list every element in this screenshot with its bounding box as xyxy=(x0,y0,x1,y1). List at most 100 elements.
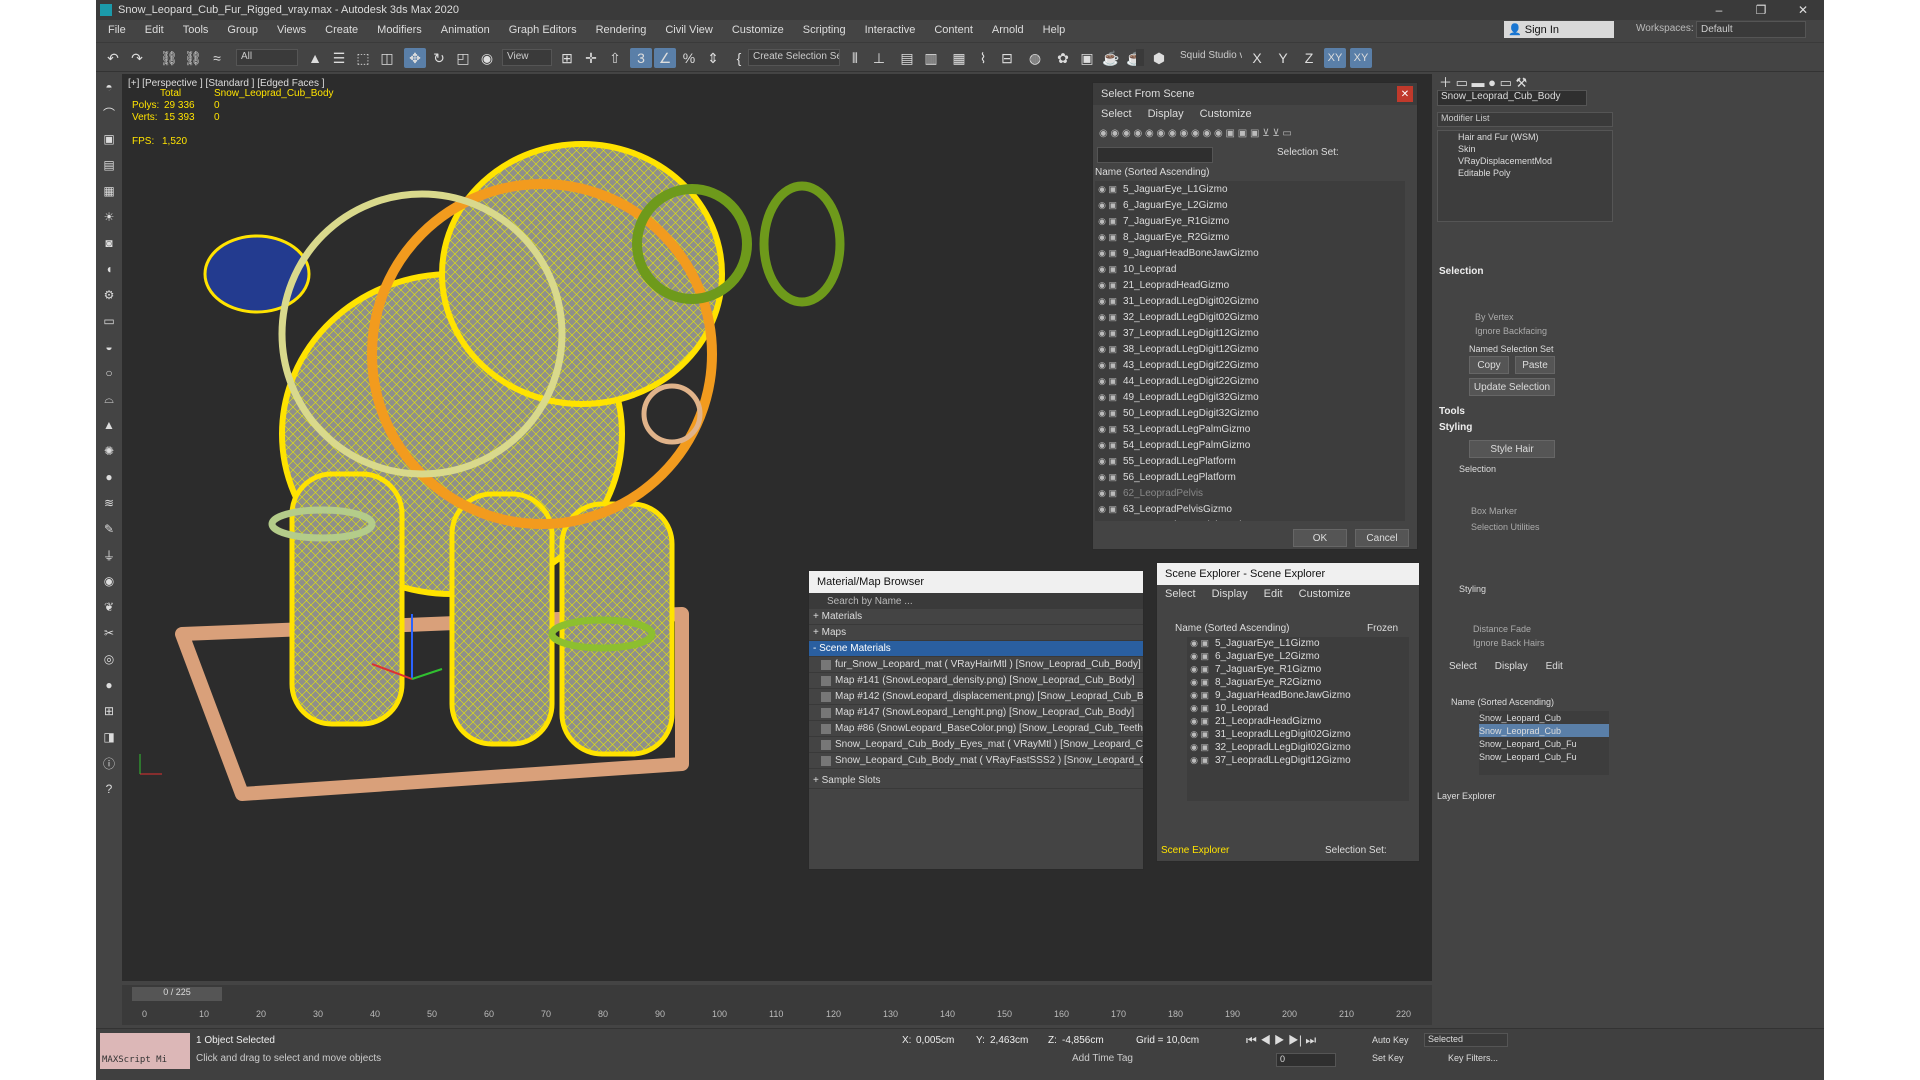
se-menu-display[interactable]: Display xyxy=(1212,588,1248,600)
object-row[interactable]: ◉ ▣ 56_LeopradLLegPlatform xyxy=(1095,469,1405,485)
layer-explorer-icon[interactable]: ▥ xyxy=(920,48,942,68)
object-row[interactable]: ◉ ▣ 50_LeopradLLegDigit32Gizmo xyxy=(1095,405,1405,421)
close-icon[interactable]: ✕ xyxy=(1397,86,1413,102)
view-icon[interactable]: ◨ xyxy=(98,726,120,748)
ignore-back-hairs-check[interactable]: Ignore Back Hairs xyxy=(1473,638,1545,648)
scene-icon[interactable]: ▤ xyxy=(98,154,120,176)
visibility-icon[interactable]: ◉ ▣ xyxy=(1095,344,1123,355)
menu-file[interactable]: File xyxy=(108,24,126,36)
edit-named-sel-icon[interactable]: { xyxy=(728,48,750,68)
add-time-tag[interactable]: Add Time Tag xyxy=(1072,1053,1133,1064)
object-row[interactable]: ◉ ▣ 54_LeopradLLegPalmGizmo xyxy=(1095,437,1405,453)
menu-display[interactable]: Display xyxy=(1148,108,1184,120)
close-button[interactable]: ✕ xyxy=(1782,0,1824,20)
modifier-item[interactable]: Skin xyxy=(1438,143,1612,155)
name-column-header[interactable]: Name (Sorted Ascending) xyxy=(1095,167,1210,178)
percent-snap-icon[interactable]: % xyxy=(678,48,700,68)
object-row[interactable]: ◉ ▣ 49_LeopradLLegDigit32Gizmo xyxy=(1095,389,1405,405)
axis-y-button[interactable]: Y xyxy=(1272,48,1294,68)
copy-button[interactable]: Copy xyxy=(1469,356,1509,374)
light-icon[interactable]: ☀ xyxy=(98,206,120,228)
visibility-icon[interactable]: ◉ ▣ xyxy=(1187,729,1215,740)
object-row[interactable]: ◉ ▣ 53_LeopradLLegPalmGizmo xyxy=(1095,421,1405,437)
paste-button[interactable]: Paste xyxy=(1515,356,1555,374)
menu-views[interactable]: Views xyxy=(277,24,306,36)
mb-search[interactable]: Search by Name ... xyxy=(809,593,1143,609)
se-row[interactable]: ◉ ▣ 37_LeopradLLegDigit12Gizmo xyxy=(1187,754,1409,767)
visibility-icon[interactable]: ◉ ▣ xyxy=(1187,638,1215,649)
sun-icon[interactable]: ✺ xyxy=(98,440,120,462)
visibility-icon[interactable]: ◉ ▣ xyxy=(1095,424,1123,435)
le-column[interactable]: Name (Sorted Ascending) xyxy=(1451,697,1554,707)
menu-graph-editors[interactable]: Graph Editors xyxy=(509,24,577,36)
se-row[interactable]: ◉ ▣ 32_LeopradLLegDigit02Gizmo xyxy=(1187,741,1409,754)
hair-icon[interactable]: ≋ xyxy=(98,492,120,514)
ball-icon[interactable]: ● xyxy=(98,674,120,696)
menu-modifiers[interactable]: Modifiers xyxy=(377,24,422,36)
audio-icon[interactable]: ◖ xyxy=(98,258,120,280)
paint-icon[interactable]: ✎ xyxy=(98,518,120,540)
cone-icon[interactable]: ▲ xyxy=(98,414,120,436)
object-row[interactable]: ◉ ▣ 37_LeopradLLegDigit12Gizmo xyxy=(1095,325,1405,341)
visibility-icon[interactable]: ◉ ▣ xyxy=(1187,703,1215,714)
se-menu-select[interactable]: Select xyxy=(1165,588,1196,600)
se-row[interactable]: ◉ ▣ 7_JaguarEye_R1Gizmo xyxy=(1187,663,1409,676)
menu-content[interactable]: Content xyxy=(934,24,973,36)
le-footer[interactable]: Layer Explorer xyxy=(1437,791,1496,801)
material-item[interactable]: Map #141 (SnowLeopard_density.png) [Snow… xyxy=(809,673,1143,689)
visibility-icon[interactable]: ◉ ▣ xyxy=(1095,312,1123,323)
modifier-list-dropdown[interactable]: Modifier List xyxy=(1437,112,1613,127)
menu-tools[interactable]: Tools xyxy=(183,24,209,36)
create-sphere-icon[interactable]: ◓ xyxy=(98,76,120,98)
se-menu-edit[interactable]: Edit xyxy=(1264,588,1283,600)
select-rotate-icon[interactable]: ↻ xyxy=(428,48,450,68)
object-row[interactable]: ◉ ▣ 31_LeopradLLegDigit02Gizmo xyxy=(1095,293,1405,309)
snaps-toggle-icon[interactable]: 3 xyxy=(630,48,652,68)
rendered-frame-icon[interactable]: ▣ xyxy=(1076,48,1098,68)
arnold-icon[interactable]: ⬢ xyxy=(1148,48,1170,68)
se-frozen-column[interactable]: Frozen xyxy=(1367,623,1398,634)
menu-interactive[interactable]: Interactive xyxy=(865,24,916,36)
bone-icon[interactable]: ⚙ xyxy=(98,284,120,306)
visibility-icon[interactable]: ◉ ▣ xyxy=(1095,376,1123,387)
ref-coord-dropdown[interactable]: View xyxy=(502,49,552,66)
menu-arnold[interactable]: Arnold xyxy=(992,24,1024,36)
object-row[interactable]: ◉ ▣ 21_LeopradHeadGizmo xyxy=(1095,277,1405,293)
se-menu-customize[interactable]: Customize xyxy=(1299,588,1351,600)
visibility-icon[interactable]: ◉ ▣ xyxy=(1187,677,1215,688)
box-marker-dropdown[interactable]: Box Marker xyxy=(1471,506,1517,516)
x-coordinate[interactable]: 0,005cm xyxy=(916,1035,954,1046)
hf-icon[interactable]: ✂ xyxy=(98,622,120,644)
material-editor-icon[interactable]: ◍ xyxy=(1024,48,1046,68)
visibility-icon[interactable]: ◉ ▣ xyxy=(1095,408,1123,419)
visibility-icon[interactable]: ◉ ▣ xyxy=(1095,264,1123,275)
visibility-icon[interactable]: ◉ ▣ xyxy=(1095,184,1123,195)
axis-xy-button[interactable]: XY xyxy=(1324,48,1346,68)
style-hair-button[interactable]: Style Hair xyxy=(1469,440,1555,458)
maxscript-listener[interactable]: MAXScript Mi xyxy=(100,1033,190,1069)
selection-filter-dropdown[interactable]: All xyxy=(236,49,298,66)
layer-row[interactable]: Snow_Leopard_Cub xyxy=(1479,711,1609,724)
mirror-icon[interactable]: ⫴ xyxy=(844,48,866,68)
visibility-icon[interactable]: ◉ ▣ xyxy=(1095,280,1123,291)
camera-icon[interactable]: ◙ xyxy=(98,232,120,254)
named-selection-dropdown[interactable]: Create Selection Se xyxy=(748,49,840,66)
globe-icon[interactable]: ◉ xyxy=(98,570,120,592)
layer-row[interactable]: Snow_Leopard_Cub_Fu xyxy=(1479,750,1609,763)
create-shape-icon[interactable]: ⌒ xyxy=(98,102,120,124)
visibility-icon[interactable]: ◉ ▣ xyxy=(1187,690,1215,701)
hemisphere-icon[interactable]: ◒ xyxy=(98,336,120,358)
visibility-icon[interactable]: ◉ ▣ xyxy=(1095,456,1123,467)
modifier-stack[interactable]: Hair and Fur (WSM) Skin VRayDisplacementMo… xyxy=(1437,130,1613,222)
ok-button[interactable]: OK xyxy=(1293,529,1347,547)
dome-icon[interactable]: ⌓ xyxy=(98,388,120,410)
visibility-icon[interactable]: ◉ ▣ xyxy=(1095,232,1123,243)
object-name-field[interactable]: Snow_Leoprad_Cub_Body xyxy=(1437,90,1587,106)
info-icon[interactable]: ⓘ xyxy=(98,752,120,774)
select-move-icon[interactable]: ✥ xyxy=(404,48,426,68)
visibility-icon[interactable]: ◉ ▣ xyxy=(1095,488,1123,499)
menu-edit[interactable]: Edit xyxy=(145,24,164,36)
scene-materials-group[interactable]: - Scene Materials xyxy=(809,641,1143,657)
object-row[interactable]: ◉ ▣ 32_LeopradLLegDigit02Gizmo xyxy=(1095,309,1405,325)
menu-create[interactable]: Create xyxy=(325,24,358,36)
